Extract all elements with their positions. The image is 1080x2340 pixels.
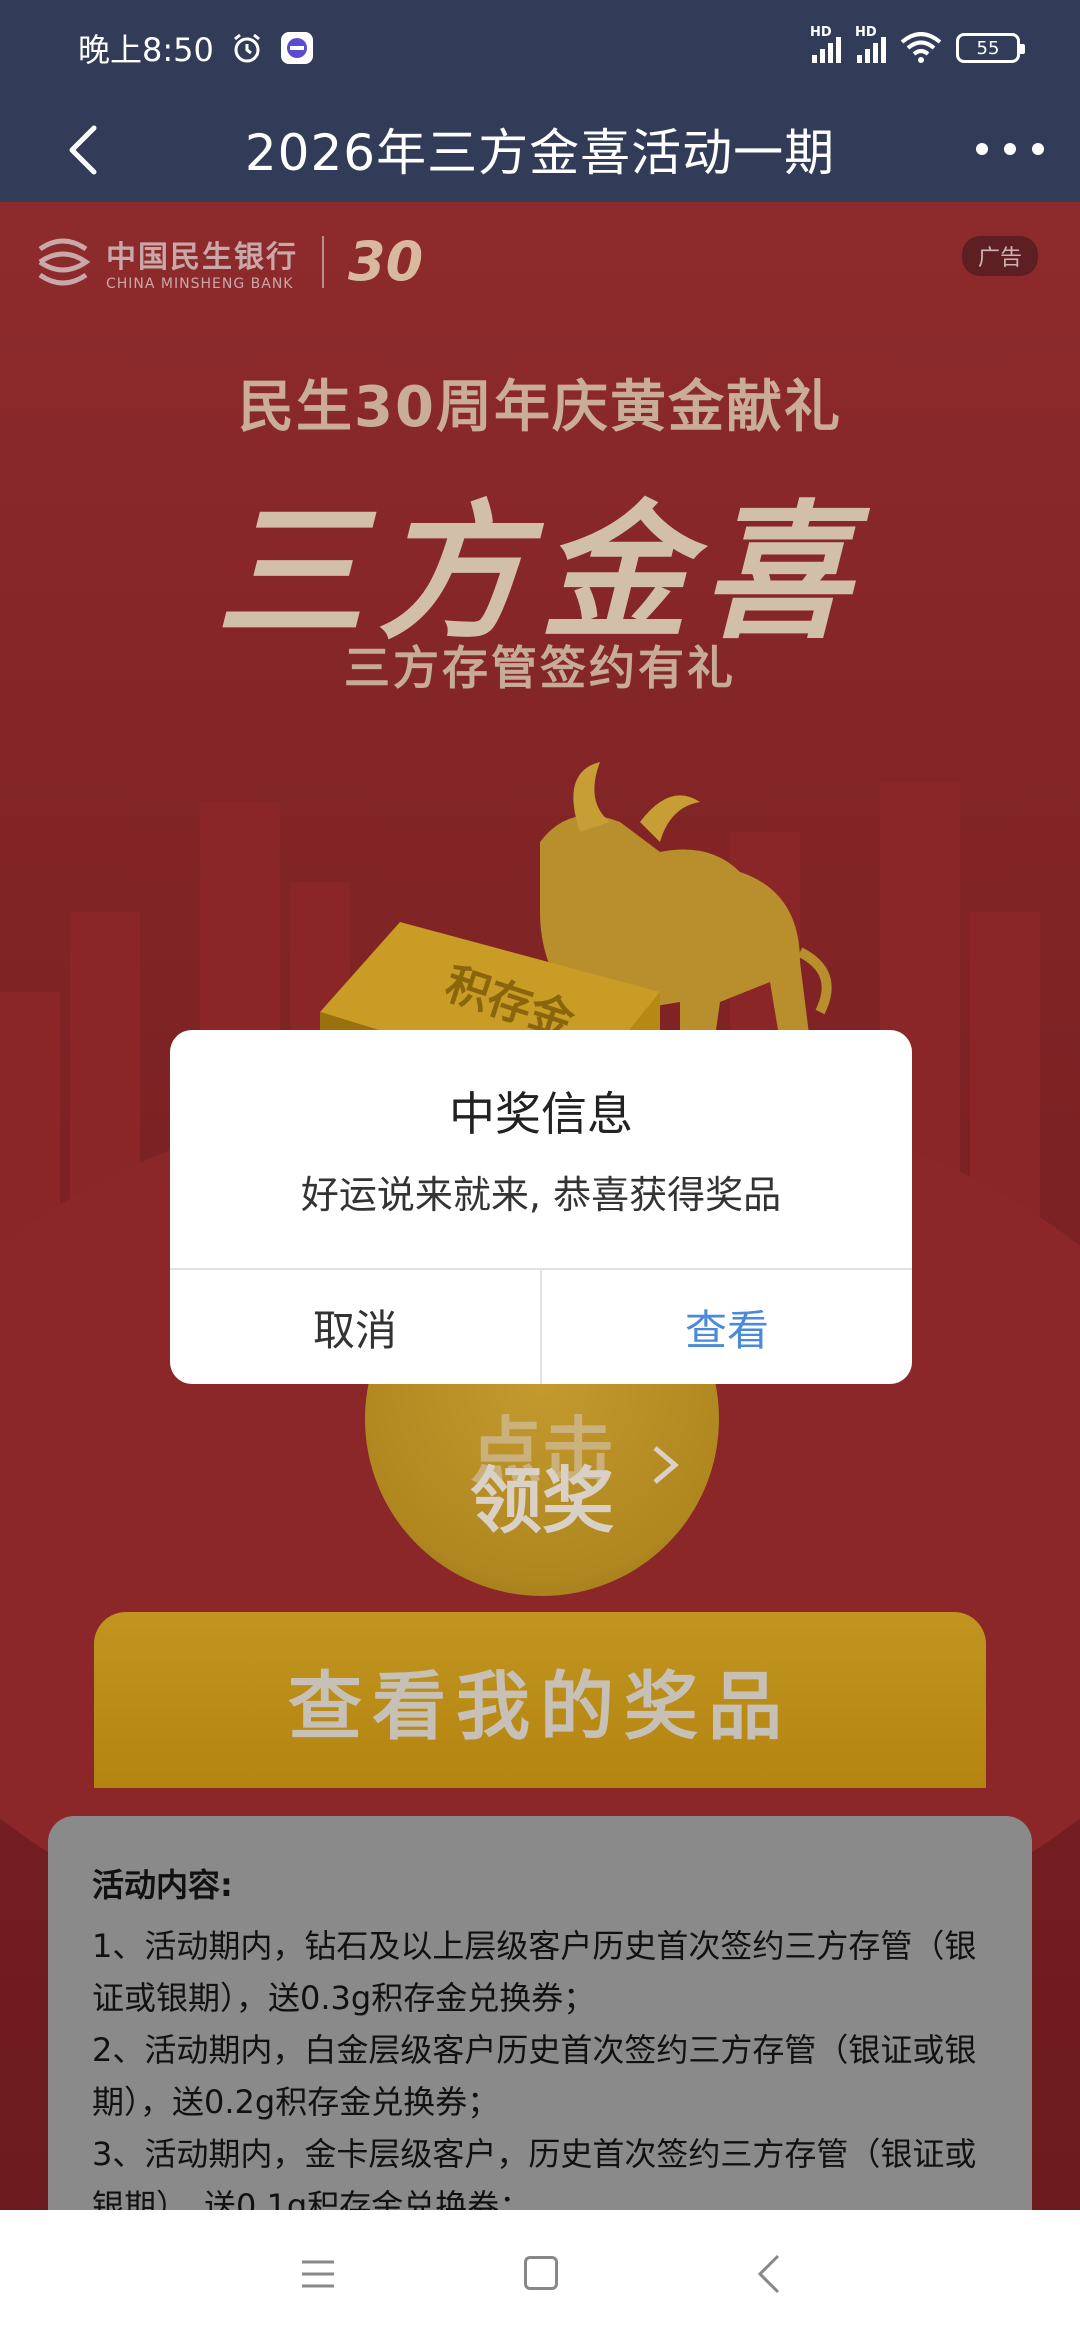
- logo-divider: [322, 235, 324, 288]
- activity-rules-card: 活动内容: 1、活动期内，钻石及以上层级客户历史首次签约三方存管（银证或银期），…: [48, 1816, 1032, 2210]
- system-nav-bar: [0, 2210, 1080, 2340]
- app-notification-icon: [280, 32, 313, 64]
- hero-subtitle: 三方存管签约有礼: [344, 641, 736, 695]
- signal-icon: HD: [855, 25, 886, 63]
- home-icon[interactable]: [524, 2256, 558, 2290]
- view-my-prizes-button[interactable]: 查看我的奖品: [94, 1612, 986, 1788]
- view-button[interactable]: 查看: [542, 1270, 912, 1384]
- chevron-right-icon: [653, 1446, 679, 1484]
- battery-level: 55: [976, 37, 1000, 59]
- back-chevron-icon[interactable]: [56, 120, 116, 180]
- dialog-actions: 取消 查看: [170, 1268, 912, 1384]
- page-title: 2026年三方金喜活动一期: [244, 124, 836, 182]
- bank-name-en: CHINA MINSHENG BANK: [106, 275, 294, 292]
- status-time: 晚上8:50: [78, 31, 214, 69]
- headline: 民生30周年庆黄金献礼: [238, 375, 842, 440]
- bank-logo: 中国民生银行 CHINA MINSHENG BANK 30: [34, 230, 423, 293]
- minsheng-logo-icon: [38, 238, 91, 285]
- dialog-title: 中奖信息: [449, 1087, 633, 1141]
- status-bar: 晚上8:50 HD HD 55: [0, 0, 1080, 96]
- ad-badge: 广告: [961, 236, 1038, 276]
- rules-item: 2、活动期内，白金层级客户历史首次签约三方存管（银证或银期），送0.2g积存金兑…: [92, 2031, 977, 2121]
- rules-item: 1、活动期内，钻石及以上层级客户历史首次签约三方存管（银证或银期），送0.3g积…: [92, 1927, 977, 2017]
- alarm-icon: [233, 33, 260, 63]
- battery-icon: 55: [956, 33, 1025, 63]
- cancel-button[interactable]: 取消: [170, 1270, 542, 1384]
- nav-bar: 2026年三方金喜活动一期: [0, 96, 1080, 202]
- bank-name-cn: 中国民生银行: [106, 239, 298, 275]
- rules-heading: 活动内容:: [92, 1866, 233, 1904]
- prize-dialog: 中奖信息 好运说来就来, 恭喜获得奖品 取消 查看: [170, 1030, 912, 1384]
- signal-icon: HD: [810, 25, 841, 63]
- more-dots-icon[interactable]: [970, 126, 1050, 172]
- rules-item: 3、活动期内，金卡层级客户，历史首次签约三方存管（银证或银期），送0.1g积存金…: [92, 2135, 977, 2210]
- dialog-message: 好运说来就来, 恭喜获得奖品: [300, 1173, 782, 1217]
- wifi-icon: [900, 32, 942, 63]
- anniversary-mark: 30: [348, 230, 424, 293]
- recent-apps-icon[interactable]: [300, 2254, 336, 2294]
- system-back-icon[interactable]: [754, 2252, 784, 2296]
